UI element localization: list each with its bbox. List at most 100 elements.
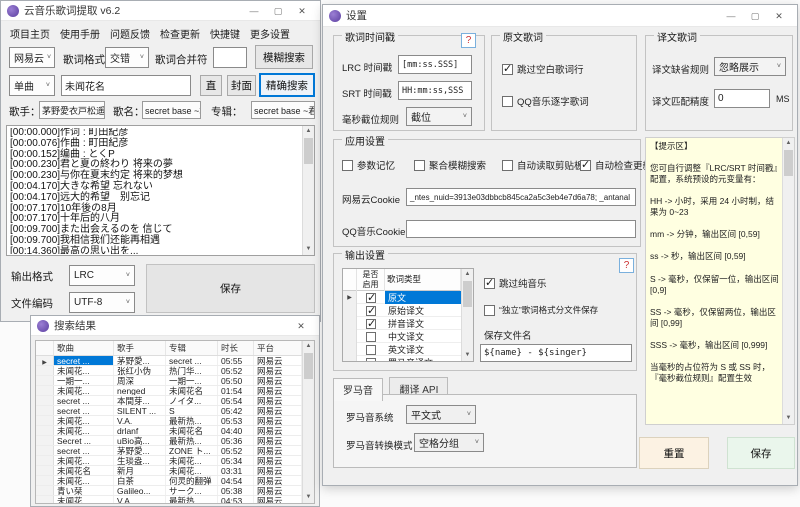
row-selector[interactable] [343,304,357,317]
close-icon[interactable]: ✕ [767,7,791,25]
menu-item[interactable]: 使用手册 [55,23,105,44]
row-selector[interactable] [343,317,357,330]
direct-link-button[interactable]: 直 [200,75,222,96]
cell-album[interactable]: 未闻花名 [166,426,218,435]
lyric-type-cell[interactable]: 原文 [385,291,461,304]
cell-duration[interactable]: 05:55 [218,356,254,365]
cell-duration[interactable]: 05:54 [218,396,254,405]
split-save-checkbox[interactable]: “独立”歌词格式分文件保存 [484,304,598,316]
lyric-type-row[interactable]: 原始译文 [343,304,461,317]
row-selector[interactable] [36,486,54,495]
cell-platform[interactable]: 网易云 [254,436,302,445]
keyword-input[interactable]: 未闻花名 [61,75,191,96]
table-scrollbar[interactable]: ▲ ▼ [302,341,314,503]
cell-singer[interactable]: 周深 [114,376,166,385]
cell-album[interactable]: 未闻花... [166,466,218,475]
row-selector[interactable] [343,330,357,343]
row-selector[interactable] [36,456,54,465]
lyrics-textarea[interactable]: [00:00.000]作词 : 町田紀彦 [00:00.076]作曲 : 町田紀… [6,125,315,256]
scroll-down-icon[interactable]: ▼ [303,244,314,255]
cell-duration[interactable]: 04:40 [218,426,254,435]
netease-cookie-input[interactable]: _ntes_nuid=3913e03dbbcb845ca2a5c3eb4e7d6… [406,188,636,206]
table-row[interactable]: 未闻花... V.A. 最新热... 05:53 网易云 [36,416,302,426]
qq-cookie-input[interactable] [406,220,636,238]
cell-album[interactable]: 一期一... [166,376,218,385]
cell-song[interactable]: 一期一... [54,376,114,385]
enabled-checkbox[interactable] [357,357,385,361]
column-header-duration[interactable]: 时长 [218,341,254,355]
table-row[interactable]: Secret ... uBio高... 最新热... 05:36 网易云 [36,436,302,446]
cell-singer[interactable]: Galileo... [114,486,166,495]
cell-album[interactable]: 未闻花名 [166,386,218,395]
cell-platform[interactable]: 网易云 [254,396,302,405]
table-row[interactable]: 未闻花... drlanf 未闻花名 04:40 网易云 [36,426,302,436]
lyric-type-cell[interactable]: 原始译文 [385,304,461,317]
help-icon[interactable]: ? [619,258,634,273]
cover-button[interactable]: 封面 [227,75,256,96]
skip-blank-checkbox[interactable]: 跳过空白歌词行 [502,62,584,76]
precision-input[interactable]: 0 [714,89,770,108]
cell-singer[interactable]: uBio高... [114,436,166,445]
enabled-checkbox[interactable] [357,305,385,316]
checkbox-icon[interactable] [502,95,513,107]
row-selector[interactable] [36,406,54,415]
row-selector[interactable] [343,356,357,361]
cell-singer[interactable]: 茅野愛... [114,446,166,455]
checkbox-icon[interactable] [366,292,376,303]
scroll-up-icon[interactable]: ▲ [783,138,794,149]
table-row[interactable]: secret ... 茅野愛... secret ... 05:55 网易云 [36,356,302,366]
fuzzy-search-button[interactable]: 模糊搜索 [255,45,313,69]
qq-verbatim-checkbox[interactable]: QQ音乐逐字歌词 [502,94,589,108]
lyric-type-row[interactable]: 原文 [343,291,461,304]
cell-album[interactable]: ZONE ト... [166,446,218,455]
cell-platform[interactable]: 网易云 [254,406,302,415]
close-icon[interactable]: ✕ [290,2,314,20]
song-type-select[interactable]: 单曲 ˅ [9,75,55,96]
menu-item[interactable]: 快捷键 [205,23,245,44]
menu-item[interactable]: 更多设置 [245,23,295,44]
cell-platform[interactable]: 网易云 [254,466,302,475]
cell-singer[interactable]: 茅野愛... [114,356,166,365]
cell-song[interactable]: 未闻花... [54,456,114,465]
cell-album[interactable]: 最新热... [166,416,218,425]
cell-album[interactable]: S [166,406,218,415]
cell-platform[interactable]: 网易云 [254,456,302,465]
column-header-song[interactable]: 歌曲 [54,341,114,355]
cell-duration[interactable]: 05:52 [218,366,254,375]
checkbox-icon[interactable] [366,344,376,355]
menu-item[interactable]: 问题反馈 [105,23,155,44]
cell-album[interactable]: ノイタ... [166,396,218,405]
table-row[interactable]: 一期一... 周深 一期一... 05:50 网易云 [36,376,302,386]
enabled-checkbox[interactable] [357,331,385,342]
checkbox-icon[interactable] [502,159,513,171]
lyric-type-cell[interactable]: 中文译文 [385,330,461,343]
scroll-down-icon[interactable]: ▼ [783,413,794,424]
cell-song[interactable]: 未闻花... [54,416,114,425]
scroll-up-icon[interactable]: ▲ [303,126,314,137]
cell-album[interactable]: 最新热... [166,436,218,445]
row-selector[interactable] [36,466,54,475]
srt-timestamp-input[interactable]: HH:mm:ss,SSS [398,81,472,100]
row-selector[interactable] [36,396,54,405]
close-icon[interactable]: ✕ [289,317,313,335]
checkbox-icon[interactable] [366,318,376,329]
cell-song[interactable]: secret ... [54,446,114,455]
cell-platform[interactable]: 网易云 [254,476,302,485]
auto-update-checkbox[interactable]: 自动检查更新 [580,158,652,172]
cell-platform[interactable]: 网易云 [254,416,302,425]
cell-singer[interactable]: V.A. [114,496,166,503]
table-row[interactable]: 未闻花... 生琰盎... 未闻花... 05:34 网易云 [36,456,302,466]
cell-duration[interactable]: 05:53 [218,416,254,425]
cell-duration[interactable]: 05:36 [218,436,254,445]
romaji-mode-select[interactable]: 空格分组 ˅ [414,433,484,452]
cell-album[interactable]: 最新热... [166,496,218,503]
table-row[interactable]: secret ... 本間芽... ノイタ... 05:54 网易云 [36,396,302,406]
cell-singer[interactable]: 本間芽... [114,396,166,405]
cell-singer[interactable]: 生琰盎... [114,456,166,465]
table-row[interactable]: 未闻花... 白茶 何灵的翻弹 04:54 网易云 [36,476,302,486]
output-format-select[interactable]: LRC ˅ [69,265,135,286]
cell-platform[interactable]: 网易云 [254,376,302,385]
cell-song[interactable]: 未闻花... [54,426,114,435]
cell-album[interactable]: サーク... [166,486,218,495]
aggregate-fuzzy-checkbox[interactable]: 聚合模糊搜索 [414,158,486,172]
